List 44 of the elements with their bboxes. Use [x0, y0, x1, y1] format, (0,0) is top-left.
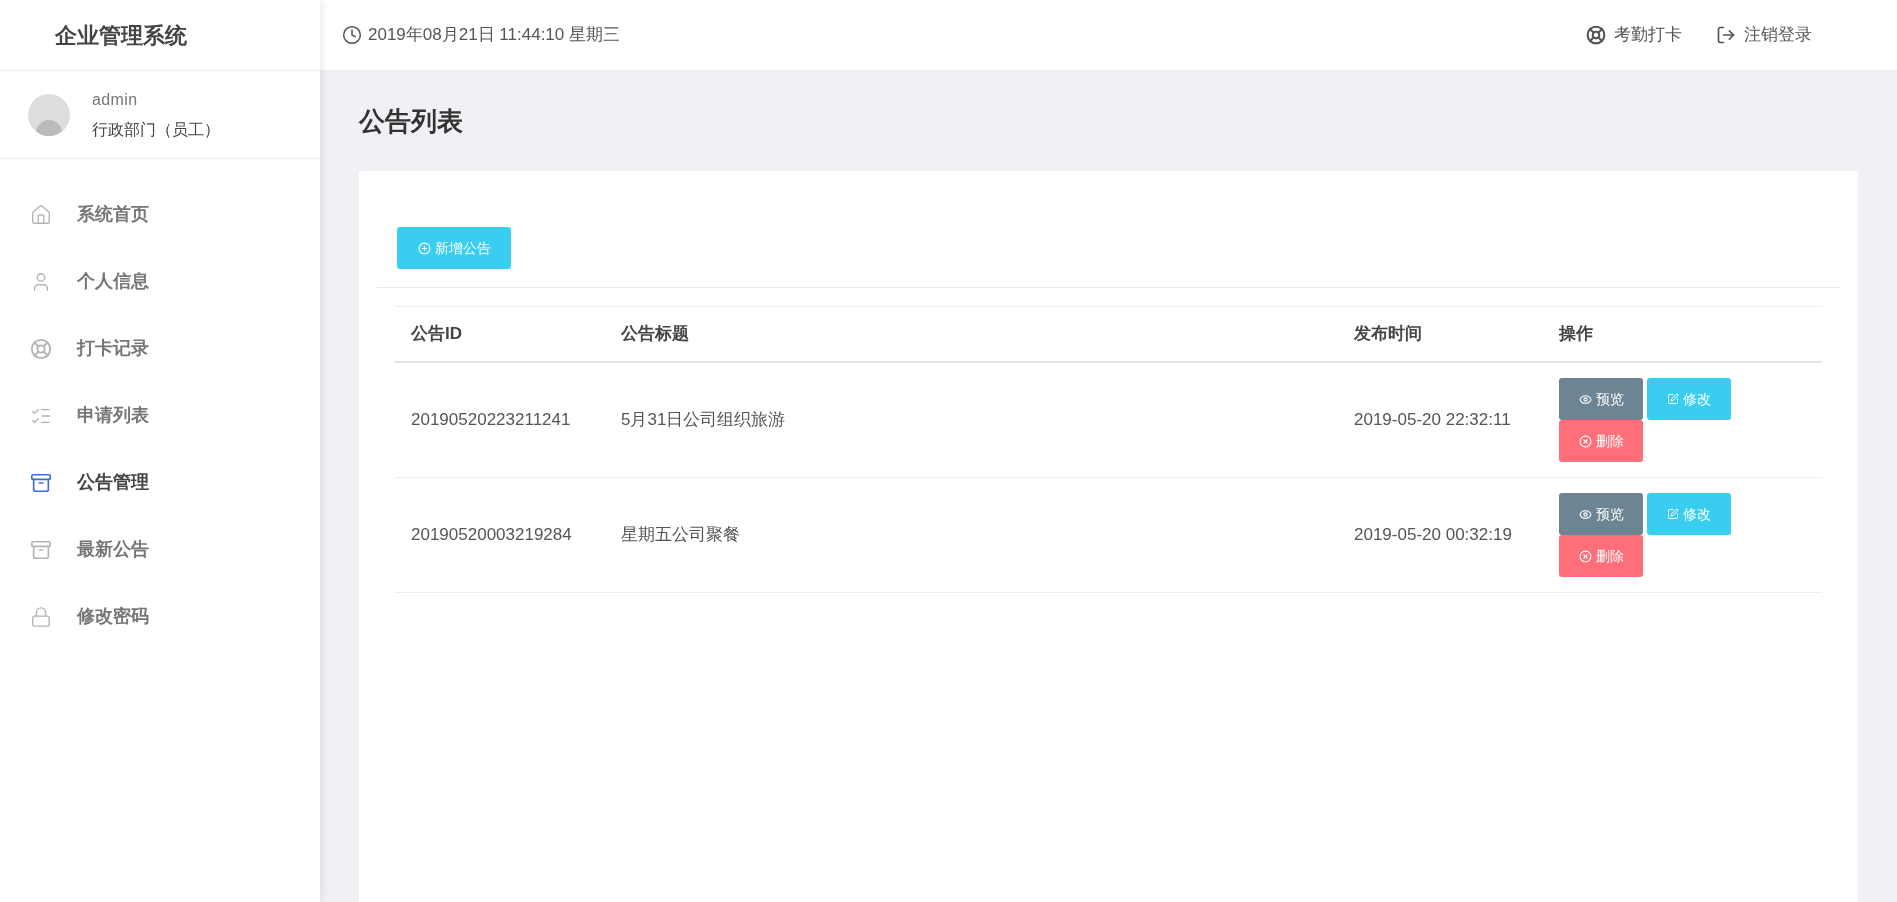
clock-icon	[342, 25, 362, 45]
close-icon	[1578, 549, 1592, 563]
department: 行政部门（员工）	[92, 119, 220, 140]
sidebar-item[interactable]: 申请列表	[0, 382, 320, 449]
archive-icon	[30, 538, 52, 561]
close-icon	[1578, 434, 1592, 448]
page-title: 公告列表	[359, 104, 464, 138]
archive-icon	[30, 471, 52, 494]
plus-icon	[417, 241, 431, 255]
wheel-icon	[1586, 25, 1606, 45]
lock-icon	[30, 605, 52, 628]
delete-button[interactable]: 删除	[1559, 535, 1643, 577]
sidebar-item[interactable]: 最新公告	[0, 516, 320, 583]
avatar	[28, 93, 70, 136]
column-header: 公告ID	[411, 323, 463, 346]
column-header: 操作	[1559, 323, 1594, 346]
table-cell-text: 2019-05-20 22:32:11	[1354, 409, 1512, 432]
table-cell-text: 2019-05-20 00:32:19	[1354, 524, 1513, 547]
sidebar-item[interactable]: 打卡记录	[0, 315, 320, 382]
sidebar-item[interactable]: 公告管理	[0, 449, 320, 516]
username: admin	[92, 89, 139, 110]
delete-button[interactable]: 删除	[1559, 420, 1643, 462]
sidebar-item[interactable]: 修改密码	[0, 583, 320, 650]
home-icon	[30, 203, 52, 226]
eye-icon	[1578, 507, 1592, 521]
sidebar-item[interactable]: 个人信息	[0, 248, 320, 315]
table-cell-text: 20190520223211241	[411, 409, 572, 432]
sidebar-item[interactable]: 系统首页	[0, 181, 320, 248]
datetime: 2019年08月21日 11:44:10 星期三	[368, 24, 620, 47]
table-cell-text: 5月31日公司组织旅游	[621, 409, 787, 432]
logout-icon	[1716, 25, 1736, 45]
column-header: 公告标题	[621, 323, 690, 346]
table-cell-text: 星期五公司聚餐	[621, 524, 741, 547]
logout-link[interactable]: 注销登录	[1716, 22, 1812, 48]
column-header: 发布时间	[1354, 323, 1423, 346]
eye-icon	[1578, 392, 1592, 406]
table-cell-text: 20190520003219284	[411, 524, 573, 547]
app-title: 企业管理系统	[55, 21, 187, 50]
preview-button[interactable]: 预览	[1559, 493, 1643, 535]
edit-icon	[1667, 393, 1679, 405]
clock-in-link[interactable]: 考勤打卡	[1586, 22, 1682, 48]
wheel-icon	[30, 337, 52, 360]
edit-icon	[1667, 508, 1679, 520]
preview-button[interactable]: 预览	[1559, 378, 1643, 420]
